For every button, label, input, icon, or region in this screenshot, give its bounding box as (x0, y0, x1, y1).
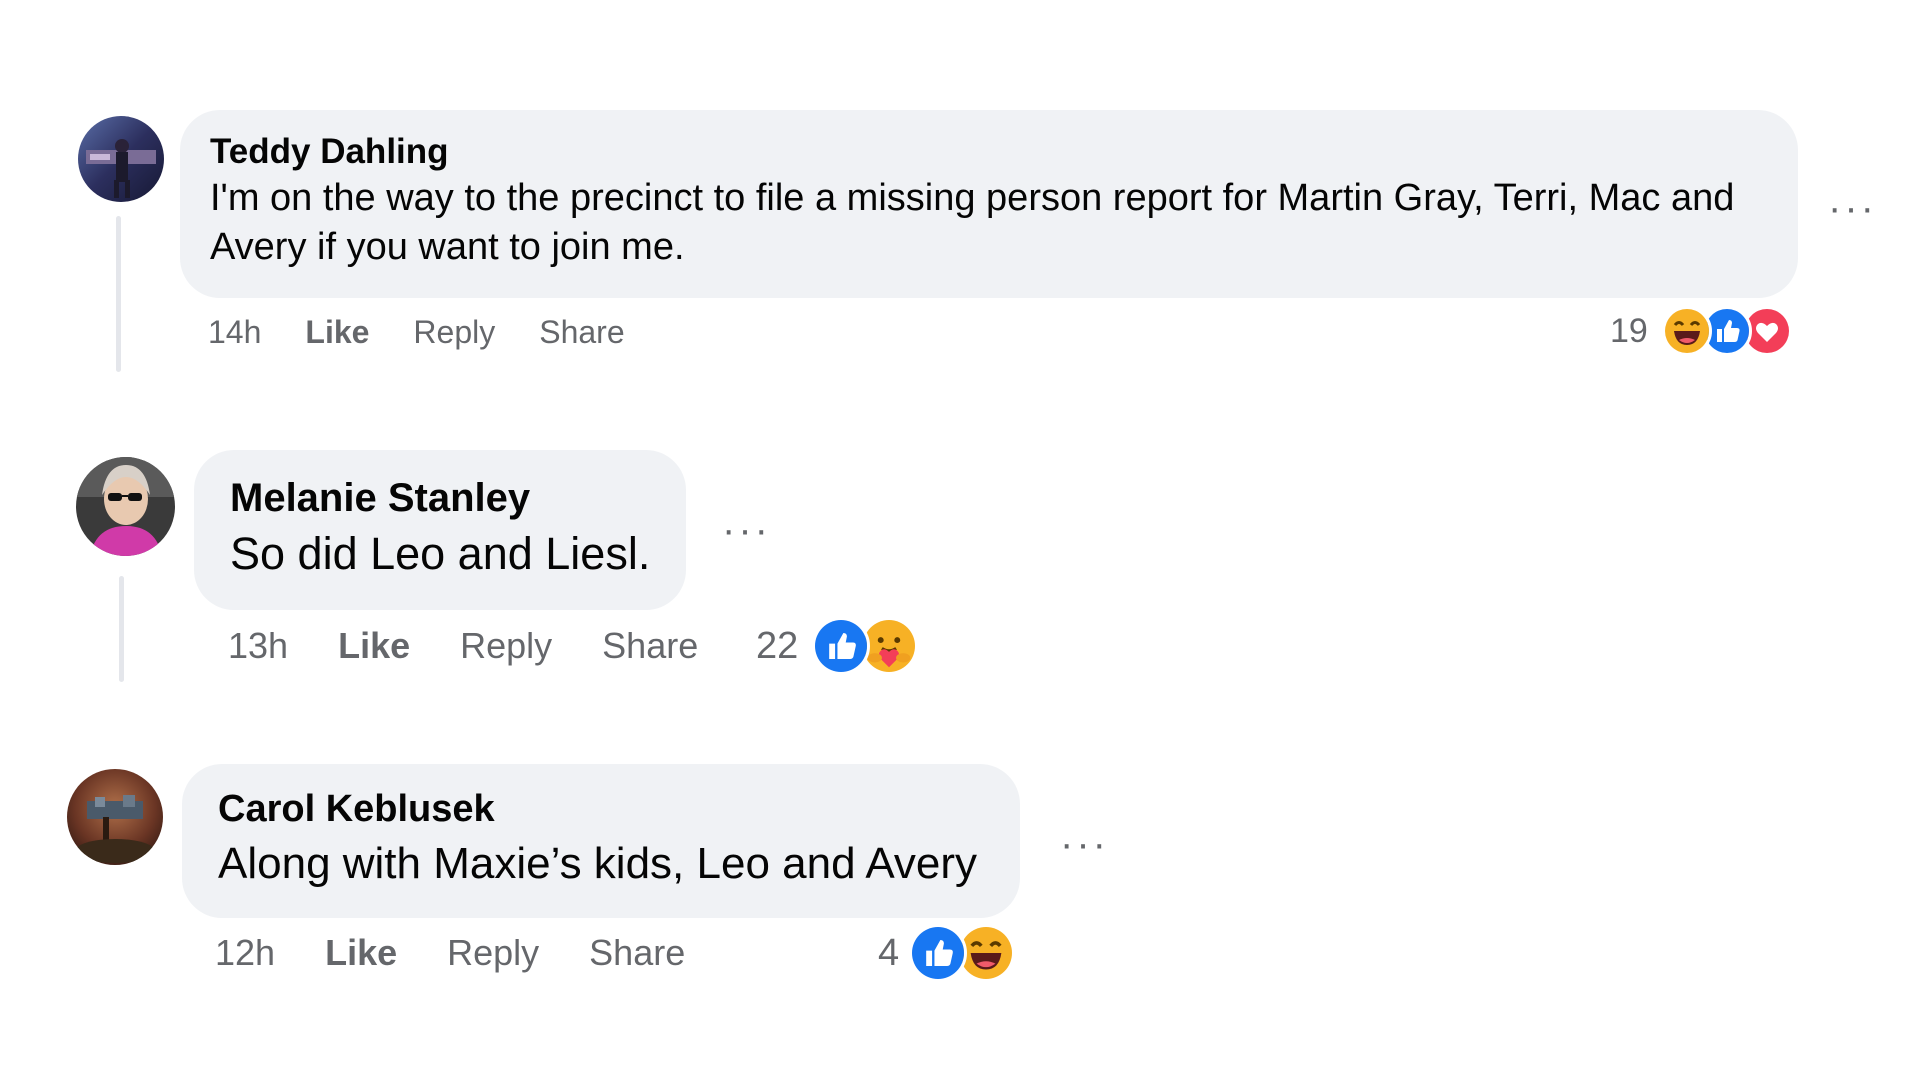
comment-bubble: Melanie Stanley So did Leo and Liesl. (194, 450, 686, 610)
more-options-button[interactable]: ··· (1060, 824, 1109, 864)
reactions-summary[interactable]: 4 (878, 924, 1016, 982)
reaction-count: 19 (1610, 311, 1648, 350)
timestamp[interactable]: 12h (215, 932, 275, 974)
share-button[interactable]: Share (602, 625, 698, 667)
reaction-count: 22 (756, 624, 799, 667)
reply-button[interactable]: Reply (447, 932, 539, 974)
like-button[interactable]: Like (305, 314, 369, 351)
comment-teddy-dahling: Teddy Dahling I'm on the way to the prec… (0, 0, 1920, 380)
like-button[interactable]: Like (338, 625, 410, 667)
comment-bubble: Teddy Dahling I'm on the way to the prec… (180, 110, 1798, 298)
share-button[interactable]: Share (539, 314, 624, 351)
comment-melanie-stanley: Melanie Stanley So did Leo and Liesl. ··… (0, 380, 1920, 710)
comment-text: Along with Maxie’s kids, Leo and Avery (218, 839, 978, 888)
avatar[interactable] (76, 457, 175, 556)
avatar[interactable] (67, 769, 163, 865)
comment-actions: 14h Like Reply Share (208, 314, 625, 351)
like-reaction-icon (812, 617, 871, 675)
more-options-button[interactable]: ··· (722, 510, 771, 550)
reactions-summary[interactable]: 19 (1610, 306, 1792, 356)
comment-author[interactable]: Melanie Stanley (230, 476, 650, 521)
thread-line (116, 216, 121, 372)
comment-carol-keblusek: Carol Keblusek Along with Maxie’s kids, … (0, 710, 1920, 1010)
comment-text: So did Leo and Liesl. (230, 528, 651, 579)
thread-line (119, 576, 124, 682)
comment-actions: 12h Like Reply Share (215, 932, 685, 974)
like-reaction-icon (909, 924, 968, 982)
more-options-button[interactable]: ··· (1828, 188, 1877, 228)
comment-actions: 13h Like Reply Share (228, 625, 698, 667)
like-button[interactable]: Like (325, 932, 397, 974)
reactions-summary[interactable]: 22 (756, 617, 919, 675)
reply-button[interactable]: Reply (460, 625, 552, 667)
timestamp[interactable]: 13h (228, 625, 288, 667)
comment-text: I'm on the way to the precinct to file a… (210, 177, 1735, 269)
reaction-count: 4 (878, 931, 900, 974)
share-button[interactable]: Share (589, 932, 685, 974)
comment-bubble: Carol Keblusek Along with Maxie’s kids, … (182, 764, 1020, 918)
reply-button[interactable]: Reply (413, 314, 495, 351)
haha-reaction-icon (1661, 306, 1712, 356)
comment-author[interactable]: Teddy Dahling (210, 132, 1768, 172)
timestamp[interactable]: 14h (208, 314, 261, 351)
comment-author[interactable]: Carol Keblusek (218, 788, 984, 831)
avatar[interactable] (78, 116, 164, 202)
